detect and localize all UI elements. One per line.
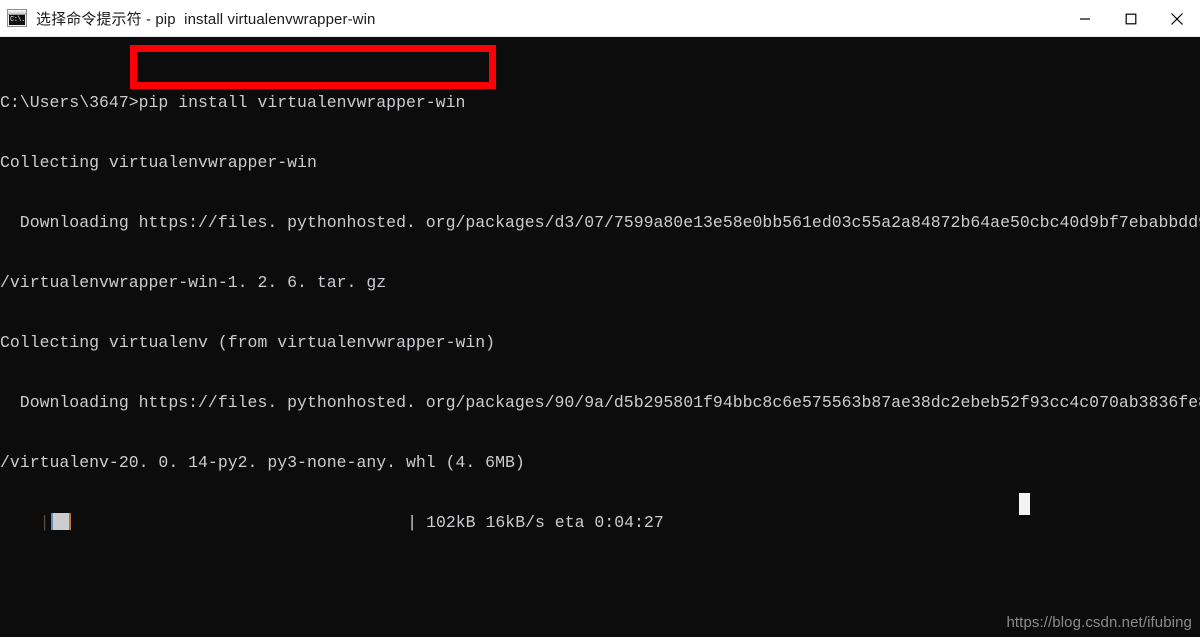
close-button[interactable] [1154, 0, 1200, 37]
minimize-button[interactable] [1062, 0, 1108, 37]
progress-bar-gap [71, 513, 408, 532]
text-cursor [1019, 493, 1030, 515]
progress-bar-fill [50, 513, 71, 530]
download-progress-line: | | 102kB 16kB/s eta 0:04:27 [0, 513, 1200, 533]
minimize-icon [1080, 17, 1090, 20]
console-line-virtualenv-filename: /virtualenv-20. 0. 14-py2. py3-none-any.… [0, 453, 525, 472]
command-prompt-window: C:\. 选择命令提示符 - pip install virtualenvwra… [0, 0, 1200, 637]
console-line-downloading-wrapper: Downloading https://files. pythonhosted.… [0, 213, 1200, 232]
console-line-prompt: C:\Users\3647>pip install virtualenvwrap… [0, 93, 466, 112]
maximize-icon [1125, 13, 1137, 24]
console-line-collecting-wrapper: Collecting virtualenvwrapper-win [0, 153, 317, 172]
progress-bar-start: | [0, 513, 50, 532]
console-line-collecting-virtualenv: Collecting virtualenv (from virtualenvwr… [0, 333, 496, 352]
window-title: 选择命令提示符 - pip install virtualenvwrapper-… [36, 10, 376, 28]
cmd-icon: C:\. [7, 9, 27, 27]
watermark: https://blog.csdn.net/ifubing [1006, 614, 1192, 631]
console-line-wrapper-filename: /virtualenvwrapper-win-1. 2. 6. tar. gz [0, 273, 387, 292]
window-controls [1062, 0, 1200, 37]
cmd-icon-screen: C:\. [9, 15, 25, 25]
title-bar[interactable]: C:\. 选择命令提示符 - pip install virtualenvwra… [0, 0, 1200, 37]
console-line-downloading-virtualenv: Downloading https://files. pythonhosted.… [0, 393, 1200, 412]
close-icon [1171, 12, 1183, 25]
maximize-button[interactable] [1108, 0, 1154, 37]
console-output-area[interactable]: C:\Users\3647>pip install virtualenvwrap… [0, 37, 1200, 637]
progress-status-text: 102kB 16kB/s eta 0:04:27 [426, 513, 664, 532]
progress-bar-end: | [407, 513, 418, 532]
